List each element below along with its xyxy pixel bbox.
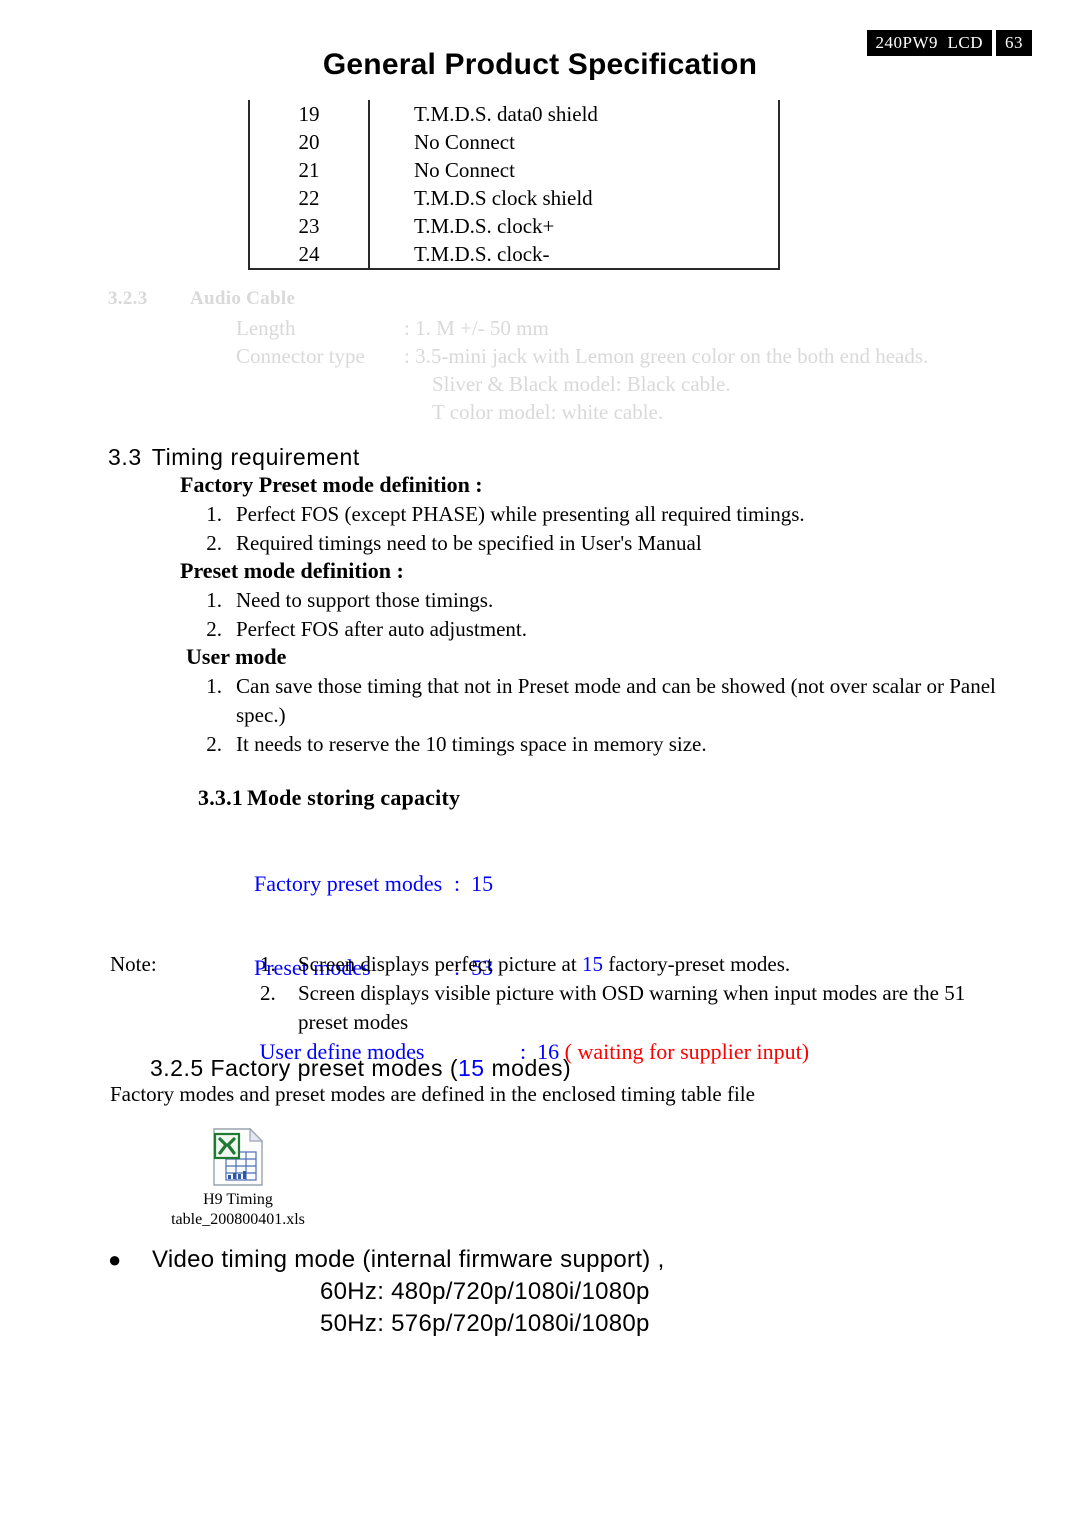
factory-preset-modes-value: : 15 bbox=[454, 871, 494, 896]
table-row: 24 T.M.D.S. clock- bbox=[250, 240, 778, 268]
pin-number: 22 bbox=[250, 184, 370, 212]
audio-length-row: Length : 1. M +/- 50 mm bbox=[236, 314, 928, 342]
note-label-spacer bbox=[110, 979, 260, 1037]
table-row: 20 No Connect bbox=[250, 128, 778, 156]
page-header: 240PW9 LCD 63 General Product Specificat… bbox=[0, 0, 1080, 96]
pin-number: 20 bbox=[250, 128, 370, 156]
list-marker: 2. bbox=[206, 732, 222, 756]
pin-description: T.M.D.S. clock- bbox=[414, 242, 550, 266]
pin-description: No Connect bbox=[414, 158, 515, 182]
section-title-after: modes) bbox=[484, 1055, 572, 1081]
note-text: Screen displays visible picture with OSD… bbox=[298, 981, 966, 1034]
list-item: 1. Need to support those timings. bbox=[200, 586, 1020, 615]
pin-number: 21 bbox=[250, 156, 370, 184]
table-row: 19 T.M.D.S. data0 shield bbox=[250, 100, 778, 128]
section-number: 3.2.5 bbox=[150, 1055, 204, 1081]
list-item: 1. Perfect FOS (except PHASE) while pres… bbox=[200, 500, 1020, 529]
factory-preset-modes-description: Factory modes and preset modes are defin… bbox=[110, 1082, 755, 1106]
pin-assignment-table: 19 T.M.D.S. data0 shield 20 No Connect 2… bbox=[248, 100, 780, 270]
pin-description: T.M.D.S clock shield bbox=[414, 186, 593, 210]
page-title: General Product Specification bbox=[322, 48, 758, 81]
list-marker: 1. bbox=[206, 588, 222, 612]
list-text: Need to support those timings. bbox=[236, 588, 494, 612]
section-title: Audio Cable bbox=[190, 288, 296, 309]
note-highlight: 15 bbox=[581, 952, 603, 976]
pin-description: T.M.D.S. clock+ bbox=[414, 214, 555, 238]
excel-file-icon[interactable] bbox=[210, 1126, 266, 1188]
audio-cable-specs: Length : 1. M +/- 50 mm Connector type : 3… bbox=[236, 314, 928, 426]
table-row: 22 T.M.D.S clock shield bbox=[250, 184, 778, 212]
note-marker: 2. bbox=[260, 981, 276, 1005]
pin-number: 24 bbox=[250, 240, 370, 268]
user-mode-list: 1. Can save those timing that not in Pre… bbox=[200, 672, 1020, 759]
video-timing-heading: Video timing mode (internal firmware sup… bbox=[152, 1246, 665, 1273]
user-define-modes-note: ( waiting for supplier input) bbox=[564, 1039, 810, 1064]
note-text: Screen displays perfect picture at 15 fa… bbox=[298, 950, 1010, 979]
audio-connector-line2: Sliver & Black model: Black cable. bbox=[432, 372, 731, 396]
list-item: 2. Required timings need to be specified… bbox=[200, 529, 1020, 558]
section-title: Timing requirement bbox=[151, 444, 360, 470]
subheading-factory-preset-mode-definition: Factory Preset mode definition : bbox=[180, 472, 483, 497]
note-section: Note: 1. Screen displays perfect picture… bbox=[110, 950, 1010, 1037]
audio-connector-row-3: T color model: white cable. bbox=[236, 398, 928, 426]
list-item: 2. It needs to reserve the 10 timings sp… bbox=[200, 730, 1020, 759]
list-item: 2. Perfect FOS after auto adjustment. bbox=[200, 615, 1020, 644]
video-timing-60hz: 60Hz: 480p/720p/1080i/1080p bbox=[320, 1278, 650, 1305]
list-text: Can save those timing that not in Preset… bbox=[236, 674, 996, 727]
list-text: Required timings need to be specified in… bbox=[236, 531, 702, 555]
audio-connector-row-2: Sliver & Black model: Black cable. bbox=[236, 370, 928, 398]
pin-number: 23 bbox=[250, 212, 370, 240]
attachment-caption-line2: table_200800401.xls bbox=[171, 1211, 305, 1228]
note-text-after: factory-preset modes. bbox=[602, 952, 791, 976]
section-number: 3.3 bbox=[108, 444, 142, 470]
list-text: It needs to reserve the 10 timings space… bbox=[236, 732, 707, 756]
pin-number: 19 bbox=[250, 100, 370, 128]
bullet-icon: ● bbox=[108, 1247, 122, 1272]
list-marker: 1. bbox=[206, 674, 222, 698]
list-marker: 2. bbox=[206, 617, 222, 641]
audio-connector-label: Connector type bbox=[236, 344, 365, 368]
note-label: Note: bbox=[110, 952, 157, 976]
audio-length-value: : 1. M +/- 50 mm bbox=[404, 316, 549, 340]
note-text-before: Screen displays perfect picture at bbox=[298, 952, 582, 976]
table-row: 23 T.M.D.S. clock+ bbox=[250, 212, 778, 240]
audio-connector-line3: T color model: white cable. bbox=[432, 400, 664, 424]
factory-preset-modes-count: 15 bbox=[458, 1055, 485, 1081]
attachment-caption: H9 Timing table_200800401.xls bbox=[108, 1190, 368, 1230]
audio-connector-value: : 3.5-mini jack with Lemon green color o… bbox=[404, 344, 929, 368]
video-timing-50hz: 50Hz: 576p/720p/1080i/1080p bbox=[320, 1310, 650, 1337]
section-heading-timing-requirement: 3.3 Timing requirement bbox=[108, 444, 360, 471]
table-row: 21 No Connect bbox=[250, 156, 778, 184]
audio-length-label: Length bbox=[236, 316, 296, 340]
video-timing-mode-section: ● Video timing mode (internal firmware s… bbox=[108, 1244, 1008, 1340]
audio-connector-row: Connector type : 3.5-mini jack with Lemon… bbox=[236, 342, 928, 370]
section-title-before: Factory preset modes ( bbox=[210, 1055, 459, 1081]
subheading-user-mode: User mode bbox=[186, 644, 287, 669]
section-number: 3.3.1 bbox=[198, 785, 243, 810]
subheading-preset-mode-definition: Preset mode definition : bbox=[180, 558, 404, 583]
list-marker: 1. bbox=[206, 502, 222, 526]
section-heading-factory-preset-modes: 3.2.5 Factory preset modes (15 modes) bbox=[150, 1055, 571, 1082]
attachment-excel-file[interactable]: H9 Timing table_200800401.xls bbox=[108, 1126, 368, 1230]
list-text: Perfect FOS after auto adjustment. bbox=[236, 617, 528, 641]
capacity-row-factory: Factory preset modes : 15 bbox=[232, 842, 809, 926]
section-title: Mode storing capacity bbox=[247, 785, 461, 810]
note-row: Note: 1. Screen displays perfect picture… bbox=[110, 950, 1010, 979]
list-item: 1. Can save those timing that not in Pre… bbox=[200, 672, 1020, 730]
section-number: 3.2.3 bbox=[108, 288, 148, 309]
list-marker: 2. bbox=[206, 531, 222, 555]
note-row: 2. Screen displays visible picture with … bbox=[110, 979, 1010, 1037]
section-heading-audio-cable: 3.2.3 Audio Cable bbox=[108, 288, 295, 310]
video-timing-heading-row: ● Video timing mode (internal firmware s… bbox=[108, 1244, 1008, 1276]
note-marker: 1. bbox=[260, 952, 276, 976]
factory-preset-modes-label: Factory preset modes bbox=[254, 871, 443, 896]
pin-description: T.M.D.S. data0 shield bbox=[414, 102, 598, 126]
attachment-caption-line1: H9 Timing bbox=[203, 1191, 273, 1208]
factory-preset-list: 1. Perfect FOS (except PHASE) while pres… bbox=[200, 500, 1020, 558]
pin-description: No Connect bbox=[414, 130, 515, 154]
preset-mode-list: 1. Need to support those timings. 2. Per… bbox=[200, 586, 1020, 644]
list-text: Perfect FOS (except PHASE) while present… bbox=[236, 502, 805, 526]
section-heading-mode-storing-capacity: 3.3.1 Mode storing capacity bbox=[198, 785, 460, 811]
